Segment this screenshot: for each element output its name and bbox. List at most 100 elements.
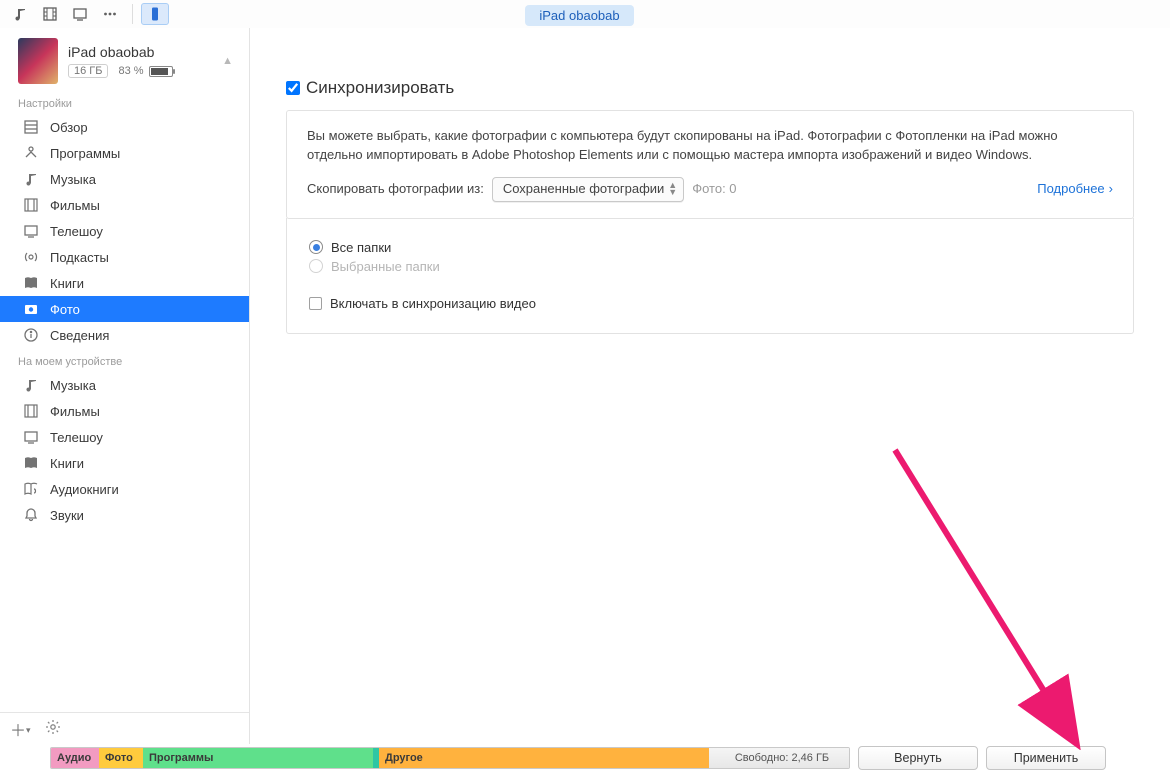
ondev-movies[interactable]: Фильмы: [0, 398, 249, 424]
more-libraries-icon[interactable]: [96, 3, 124, 25]
nav-overview[interactable]: Обзор: [0, 114, 249, 140]
sync-checkbox[interactable]: [286, 81, 300, 95]
ondev-tones[interactable]: Звуки: [0, 502, 249, 528]
device-header: iPad obaobab 16 ГБ 83 % ▲: [0, 28, 249, 90]
storage-seg-apps: Программы: [143, 748, 373, 768]
chevron-right-icon: ›: [1109, 180, 1113, 199]
stepper-icon: ▲▼: [668, 182, 677, 196]
device-thumbnail: [18, 38, 58, 84]
gear-icon[interactable]: [45, 719, 61, 738]
tv-icon: [22, 223, 40, 239]
eject-icon[interactable]: ▲: [218, 55, 237, 67]
nav-label: Фильмы: [50, 404, 100, 419]
movies-icon: [22, 197, 40, 213]
on-device-nav: Музыка Фильмы Телешоу Книги Аудиокниги З…: [0, 372, 249, 528]
nav-label: Телешоу: [50, 430, 103, 445]
info-icon: [22, 327, 40, 343]
source-select-value: Сохраненные фотографии: [503, 180, 664, 199]
sync-help-text: Вы можете выбрать, какие фотографии с ко…: [307, 127, 1113, 165]
copy-from-label: Скопировать фотографии из:: [307, 180, 484, 199]
device-capacity: 16 ГБ: [68, 64, 108, 78]
nav-label: Книги: [50, 276, 84, 291]
toolbar-divider: [132, 4, 133, 24]
sidebar: iPad obaobab 16 ГБ 83 % ▲ Настройки Обзо…: [0, 28, 250, 744]
topbar-center: iPad obaobab: [169, 2, 990, 26]
overview-icon: [22, 119, 40, 135]
add-icon[interactable]: ＋▾: [10, 717, 31, 741]
photos-icon: [22, 301, 40, 317]
bottom-bar: Аудио Фото Программы Другое Свободно: 2,…: [0, 744, 1170, 772]
opt-selected-folders: Выбранные папки: [309, 259, 1111, 274]
battery-icon: [149, 66, 173, 77]
nav-label: Сведения: [50, 328, 109, 343]
nav-books[interactable]: Книги: [0, 270, 249, 296]
learn-more-link[interactable]: Подробнее ›: [1037, 180, 1113, 199]
opt-include-video[interactable]: Включать в синхронизацию видео: [309, 296, 1111, 311]
nav-apps[interactable]: Программы: [0, 140, 249, 166]
nav-podcasts[interactable]: Подкасты: [0, 244, 249, 270]
opt-all-label: Все папки: [331, 240, 391, 255]
nav-music[interactable]: Музыка: [0, 166, 249, 192]
ondev-audiobooks[interactable]: Аудиокниги: [0, 476, 249, 502]
apply-button[interactable]: Применить: [986, 746, 1106, 770]
books-icon: [22, 455, 40, 471]
top-toolbar: iPad obaobab: [0, 0, 1170, 28]
media-category-icons: [0, 3, 169, 25]
nav-label: Фото: [50, 302, 80, 317]
nav-movies[interactable]: Фильмы: [0, 192, 249, 218]
nav-label: Музыка: [50, 378, 96, 393]
nav-photos[interactable]: Фото: [0, 296, 249, 322]
nav-info[interactable]: Сведения: [0, 322, 249, 348]
sync-options-box: Все папки Выбранные папки Включать в син…: [286, 218, 1134, 334]
audiobooks-icon: [22, 481, 40, 497]
content-pane: Синхронизировать Вы можете выбрать, каки…: [250, 28, 1170, 744]
nav-tv[interactable]: Телешоу: [0, 218, 249, 244]
battery-indicator: 83 %: [118, 65, 172, 77]
ondev-tv[interactable]: Телешоу: [0, 424, 249, 450]
nav-label: Обзор: [50, 120, 88, 135]
books-icon: [22, 275, 40, 291]
sync-info-box: Вы можете выбрать, какие фотографии с ко…: [286, 110, 1134, 219]
apps-icon: [22, 145, 40, 161]
opt-video-label: Включать в синхронизацию видео: [330, 296, 536, 311]
opt-all-folders[interactable]: Все папки: [309, 240, 1111, 255]
nav-label: Программы: [50, 146, 120, 161]
nav-label: Музыка: [50, 172, 96, 187]
settings-section-title: Настройки: [0, 90, 249, 114]
ondev-books[interactable]: Книги: [0, 450, 249, 476]
sync-title: Синхронизировать: [306, 78, 454, 98]
checkbox-include-video[interactable]: [309, 297, 322, 310]
tones-icon: [22, 507, 40, 523]
podcasts-icon: [22, 249, 40, 265]
ondev-music[interactable]: Музыка: [0, 372, 249, 398]
photo-count: Фото: 0: [692, 180, 736, 199]
source-select[interactable]: Сохраненные фотографии ▲▼: [492, 177, 684, 202]
movies-icon: [22, 403, 40, 419]
storage-seg-photo: Фото: [99, 748, 143, 768]
movies-library-icon[interactable]: [36, 3, 64, 25]
storage-seg-free: Свободно: 2,46 ГБ: [709, 748, 849, 768]
music-icon: [22, 171, 40, 187]
tv-icon: [22, 429, 40, 445]
tv-library-icon[interactable]: [66, 3, 94, 25]
device-tab[interactable]: iPad obaobab: [525, 5, 633, 26]
device-name: iPad obaobab: [68, 44, 218, 60]
music-icon: [22, 377, 40, 393]
nav-label: Подкасты: [50, 250, 109, 265]
device-icon[interactable]: [141, 3, 169, 25]
revert-button[interactable]: Вернуть: [858, 746, 978, 770]
nav-label: Телешоу: [50, 224, 103, 239]
opt-selected-label: Выбранные папки: [331, 259, 440, 274]
radio-selected-folders: [309, 259, 323, 273]
nav-label: Фильмы: [50, 198, 100, 213]
nav-label: Аудиокниги: [50, 482, 119, 497]
settings-nav: Обзор Программы Музыка Фильмы Телешоу По…: [0, 114, 249, 348]
nav-label: Книги: [50, 456, 84, 471]
nav-label: Звуки: [50, 508, 84, 523]
copy-source-row: Скопировать фотографии из: Сохраненные ф…: [307, 177, 1113, 202]
on-device-section-title: На моем устройстве: [0, 348, 249, 372]
radio-all-folders[interactable]: [309, 240, 323, 254]
sidebar-footer: ＋▾: [0, 712, 249, 744]
music-library-icon[interactable]: [6, 3, 34, 25]
storage-seg-other: Другое: [379, 748, 709, 768]
